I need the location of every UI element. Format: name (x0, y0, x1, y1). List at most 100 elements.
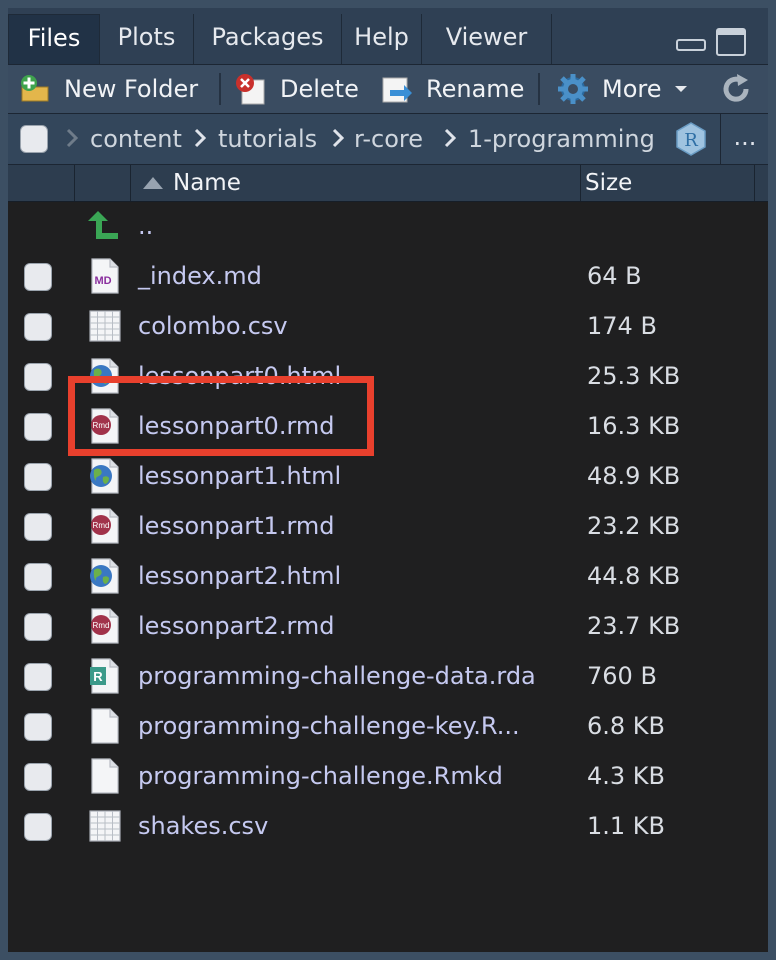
column-modified-header[interactable] (754, 165, 768, 201)
delete-button[interactable]: Delete (234, 65, 359, 113)
parent-directory-label[interactable]: .. (138, 201, 153, 251)
blank-file-icon (91, 708, 119, 744)
select-all-checkbox[interactable] (20, 125, 48, 153)
file-checkbox[interactable] (24, 613, 52, 641)
name-header-label: Name (173, 170, 241, 196)
size-header-label: Size (585, 170, 633, 196)
file-checkbox[interactable] (24, 763, 52, 791)
highlight-box (68, 376, 374, 456)
breadcrumb-item-content[interactable]: content (90, 114, 182, 164)
svg-text:MD: MD (94, 275, 111, 287)
delete-label: Delete (280, 75, 359, 103)
file-checkbox[interactable] (24, 563, 52, 591)
rename-label: Rename (426, 75, 525, 103)
r-project-icon[interactable]: R (674, 122, 708, 156)
chevron-down-icon (674, 86, 687, 92)
tab-bar: Files Plots Packages Help Viewer (8, 8, 768, 65)
file-size: 48.9 KB (587, 462, 681, 490)
file-checkbox[interactable] (24, 313, 52, 341)
file-name-link[interactable]: lessonpart2.html (138, 551, 341, 601)
file-checkbox[interactable] (24, 413, 52, 441)
file-list-header: Name Size (8, 165, 768, 202)
file-row: colombo.csv 174 B (8, 301, 768, 351)
delete-icon (236, 74, 265, 105)
file-name-link[interactable]: _index.md (138, 251, 262, 301)
file-checkbox[interactable] (24, 363, 52, 391)
column-name-header[interactable]: Name (130, 165, 581, 201)
column-icon-header (74, 165, 131, 201)
file-row: programming-challenge-key.R... 6.8 KB (8, 701, 768, 751)
parent-directory-row[interactable]: .. (8, 201, 768, 251)
chevron-right-icon (332, 128, 344, 148)
rename-button[interactable]: Rename (380, 65, 524, 113)
file-name-link[interactable]: lessonpart1.html (138, 451, 341, 501)
rename-icon (382, 77, 412, 103)
rmarkdown-file-icon: Rmd (91, 608, 119, 644)
file-size: 1.1 KB (587, 812, 665, 840)
file-checkbox[interactable] (24, 663, 52, 691)
file-size: 6.8 KB (587, 712, 665, 740)
tab-files[interactable]: Files (8, 14, 100, 64)
rmarkdown-file-icon: Rmd (91, 508, 119, 544)
markdown-file-icon: MD (91, 258, 119, 294)
tab-help[interactable]: Help (342, 14, 422, 64)
chevron-right-icon (66, 128, 78, 148)
refresh-icon[interactable] (720, 73, 752, 105)
file-size: 64 B (587, 262, 642, 290)
svg-text:Rmd: Rmd (93, 521, 110, 530)
file-name-link[interactable]: programming-challenge-key.R... (138, 701, 520, 751)
toolbar-divider (219, 73, 221, 105)
tab-packages[interactable]: Packages (194, 14, 342, 64)
sort-ascending-icon (143, 177, 163, 189)
more-label: More (602, 75, 662, 103)
file-size: 23.2 KB (587, 512, 681, 540)
breadcrumb-item-tutorials[interactable]: tutorials (218, 114, 317, 164)
html-file-icon (90, 558, 119, 594)
new-folder-icon (21, 75, 49, 102)
file-name-link[interactable]: shakes.csv (138, 801, 268, 851)
svg-text:R: R (93, 669, 103, 684)
file-size: 44.8 KB (587, 562, 681, 590)
files-toolbar: New Folder Delete Rename More (8, 65, 768, 114)
file-size: 4.3 KB (587, 762, 665, 790)
column-size-header[interactable]: Size (580, 165, 755, 201)
file-name-link[interactable]: lessonpart2.rmd (138, 601, 335, 651)
file-name-link[interactable]: lessonpart1.rmd (138, 501, 335, 551)
files-pane: Files Plots Packages Help Viewer New Fol… (8, 8, 768, 952)
svg-text:R: R (684, 130, 698, 151)
file-row: lessonpart1.html 48.9 KB (8, 451, 768, 501)
new-folder-label: New Folder (64, 75, 199, 103)
file-checkbox[interactable] (24, 263, 52, 291)
file-checkbox[interactable] (24, 463, 52, 491)
chevron-right-icon (194, 128, 206, 148)
gear-icon (558, 74, 588, 104)
toolbar-divider (538, 73, 540, 105)
tab-plots[interactable]: Plots (100, 14, 194, 64)
file-size: 174 B (587, 312, 657, 340)
svg-text:Rmd: Rmd (93, 621, 110, 630)
new-folder-button[interactable]: New Folder (18, 65, 198, 113)
rdata-file-icon: R (90, 658, 119, 694)
maximize-icon[interactable] (716, 28, 746, 58)
file-name-link[interactable]: colombo.csv (138, 301, 288, 351)
file-size: 25.3 KB (587, 362, 681, 390)
breadcrumb-overflow[interactable]: ... (720, 114, 768, 164)
breadcrumb-item-r-core[interactable]: r-core (354, 114, 423, 164)
breadcrumb: content tutorials r-core 1-programming R… (8, 114, 768, 165)
file-size: 23.7 KB (587, 612, 681, 640)
file-checkbox[interactable] (24, 813, 52, 841)
file-row: Rmd lessonpart2.rmd 23.7 KB (8, 601, 768, 651)
file-checkbox[interactable] (24, 513, 52, 541)
file-row: Rmd lessonpart1.rmd 23.2 KB (8, 501, 768, 551)
file-checkbox[interactable] (24, 713, 52, 741)
file-row: MD _index.md 64 B (8, 251, 768, 301)
tab-viewer[interactable]: Viewer (422, 14, 552, 64)
file-size: 760 B (587, 662, 657, 690)
more-button[interactable]: More (556, 65, 688, 113)
file-name-link[interactable]: programming-challenge-data.rda (138, 651, 536, 701)
csv-file-icon (89, 810, 121, 842)
file-name-link[interactable]: programming-challenge.Rmkd (138, 751, 503, 801)
breadcrumb-item-1-programming[interactable]: 1-programming (468, 114, 655, 164)
file-row: shakes.csv 1.1 KB (8, 801, 768, 851)
minimize-icon[interactable] (676, 28, 706, 52)
